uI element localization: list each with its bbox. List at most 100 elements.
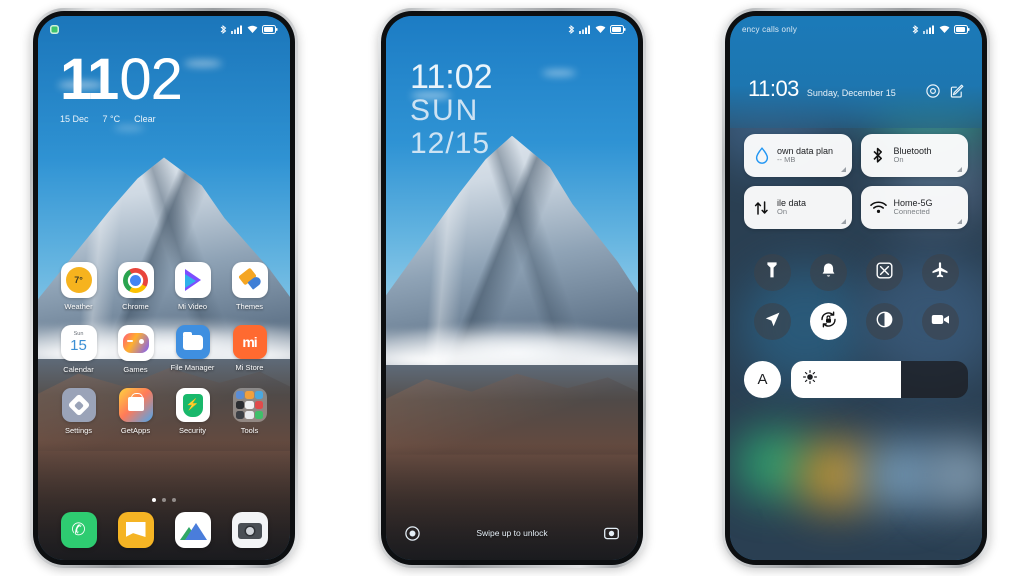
- mi-store-wordmark: mi: [242, 334, 257, 350]
- camera-icon[interactable]: [231, 512, 268, 548]
- mi-video-icon: [174, 262, 211, 298]
- phone3-screen: ency calls only 11:03 Sunday, December 1…: [730, 16, 982, 560]
- app-games[interactable]: Games: [107, 325, 164, 374]
- phone2-screen: 11:02 SUN 12/15 Swipe up to unlock: [386, 16, 638, 560]
- app-getapps[interactable]: GetApps: [107, 388, 164, 435]
- toggle-screenshot[interactable]: [865, 254, 903, 291]
- flashlight-circle-icon[interactable]: [404, 525, 421, 542]
- app-settings[interactable]: Settings: [50, 388, 107, 435]
- brightness-slider-fill: [791, 361, 901, 398]
- settings-gear-icon[interactable]: [925, 83, 940, 98]
- rotation-lock-icon: [819, 310, 838, 334]
- toggle-screen-recorder[interactable]: [921, 303, 959, 340]
- quick-setting-tiles: own data plan -- MB Bluetooth On ile dat…: [744, 134, 968, 229]
- toggle-dark-mode[interactable]: [865, 303, 903, 340]
- clock-weather-widget[interactable]: 11 02 15 Dec 7 °C Clear: [60, 47, 183, 124]
- tile-expand-corner[interactable]: [840, 219, 846, 224]
- chrome-icon: [117, 262, 154, 298]
- phone1-status-bar: [38, 16, 290, 42]
- clock-minute: 02: [119, 47, 183, 112]
- dock: ✆: [38, 512, 290, 548]
- edit-icon[interactable]: [949, 83, 964, 98]
- app-label: Weather: [64, 302, 93, 311]
- phone-lock-screen: 11:02 SUN 12/15 Swipe up to unlock: [378, 8, 646, 568]
- games-icon: [117, 325, 154, 361]
- clock-hour: 11: [60, 47, 119, 112]
- tile-mobile-data[interactable]: ile data On: [744, 186, 852, 229]
- cc-time: 11:03: [748, 76, 799, 101]
- auto-brightness-button[interactable]: A: [744, 361, 781, 398]
- app-label: Security: [178, 426, 207, 435]
- screenshot-icon: [876, 262, 893, 284]
- contrast-icon: [876, 311, 893, 333]
- lock-date: 12/15: [410, 126, 491, 160]
- battery-icon: [954, 24, 970, 34]
- toggle-location[interactable]: [753, 303, 791, 340]
- unlock-hint: Swipe up to unlock: [476, 528, 548, 538]
- weather-summary: 15 Dec 7 °C Clear: [60, 114, 182, 124]
- wifi-icon: [869, 199, 887, 216]
- flashlight-icon: [766, 261, 778, 284]
- tile-expand-corner[interactable]: [957, 219, 962, 224]
- messages-icon[interactable]: [117, 512, 154, 548]
- tile-expand-corner[interactable]: [840, 167, 846, 172]
- tile-wifi[interactable]: Home-5G Connected: [860, 186, 968, 229]
- gallery-icon[interactable]: [174, 512, 211, 548]
- home-clock: 11 02: [60, 47, 183, 112]
- app-chrome[interactable]: Chrome: [107, 262, 164, 311]
- app-grid: 7° Weather Chrome Mi Video Themes Sun 15…: [38, 262, 290, 435]
- app-security[interactable]: ⚡ Security: [164, 388, 221, 435]
- app-mi-video[interactable]: Mi Video: [164, 262, 221, 311]
- wifi-icon: [939, 25, 950, 34]
- tile-bluetooth[interactable]: Bluetooth On: [860, 134, 968, 177]
- bluetooth-icon: [220, 24, 227, 35]
- wifi-icon: [595, 25, 606, 34]
- bluetooth-icon: [912, 24, 919, 35]
- location-arrow-icon: [764, 311, 781, 333]
- data-drop-icon: [753, 147, 770, 164]
- phone1-screen: 11 02 15 Dec 7 °C Clear 7° Weather Chrom…: [38, 16, 290, 560]
- app-label: Games: [123, 365, 148, 374]
- page-indicator[interactable]: [38, 498, 290, 502]
- widget-condition: Clear: [134, 113, 156, 124]
- mobile-data-icon: [753, 199, 770, 216]
- toggle-flashlight[interactable]: [753, 254, 791, 291]
- app-weather[interactable]: 7° Weather: [50, 262, 107, 311]
- weather-temp-badge: 7°: [65, 267, 92, 293]
- security-icon: ⚡: [175, 388, 210, 422]
- signal-icon: [579, 25, 591, 34]
- app-label: Themes: [235, 302, 264, 311]
- toggle-ringer[interactable]: [809, 254, 847, 291]
- app-label: Mi Store: [235, 363, 264, 372]
- brightness-slider[interactable]: [791, 361, 968, 398]
- weather-icon: 7°: [60, 262, 97, 298]
- app-file-manager[interactable]: File Manager: [164, 325, 221, 374]
- app-label: GetApps: [120, 426, 151, 435]
- tile-subtitle: Connected: [893, 207, 930, 217]
- app-label: Calendar: [63, 365, 94, 374]
- brightness-row: A: [744, 361, 968, 398]
- toggle-airplane-mode[interactable]: [921, 254, 959, 291]
- tile-subtitle: -- MB: [777, 155, 796, 165]
- tile-data-plan[interactable]: own data plan -- MB: [744, 134, 852, 177]
- control-center-header: 11:03 Sunday, December 15: [730, 78, 982, 100]
- tile-expand-corner[interactable]: [957, 167, 962, 172]
- toggle-rotation-lock[interactable]: [809, 303, 847, 340]
- camera-icon[interactable]: [603, 525, 620, 542]
- battery-icon: [262, 24, 278, 34]
- lock-screen-clock: 11:02 SUN 12/15: [410, 60, 493, 159]
- screenshot-canvas: 11 02 15 Dec 7 °C Clear 7° Weather Chrom…: [0, 0, 1024, 576]
- mi-store-icon: mi: [232, 325, 267, 359]
- phone-icon[interactable]: ✆: [60, 512, 97, 548]
- lock-weekday: SUN: [410, 94, 480, 127]
- getapps-icon: [118, 388, 153, 422]
- wifi-icon: [247, 25, 258, 34]
- tile-subtitle: On: [893, 155, 904, 165]
- app-calendar[interactable]: Sun 15 Calendar: [50, 325, 107, 374]
- phone-home-screen: 11 02 15 Dec 7 °C Clear 7° Weather Chrom…: [30, 8, 298, 568]
- app-themes[interactable]: Themes: [221, 262, 278, 311]
- video-camera-icon: [931, 313, 950, 331]
- battery-icon: [610, 24, 626, 34]
- app-mi-store[interactable]: mi Mi Store: [221, 325, 278, 374]
- app-tools-folder[interactable]: Tools: [221, 388, 278, 435]
